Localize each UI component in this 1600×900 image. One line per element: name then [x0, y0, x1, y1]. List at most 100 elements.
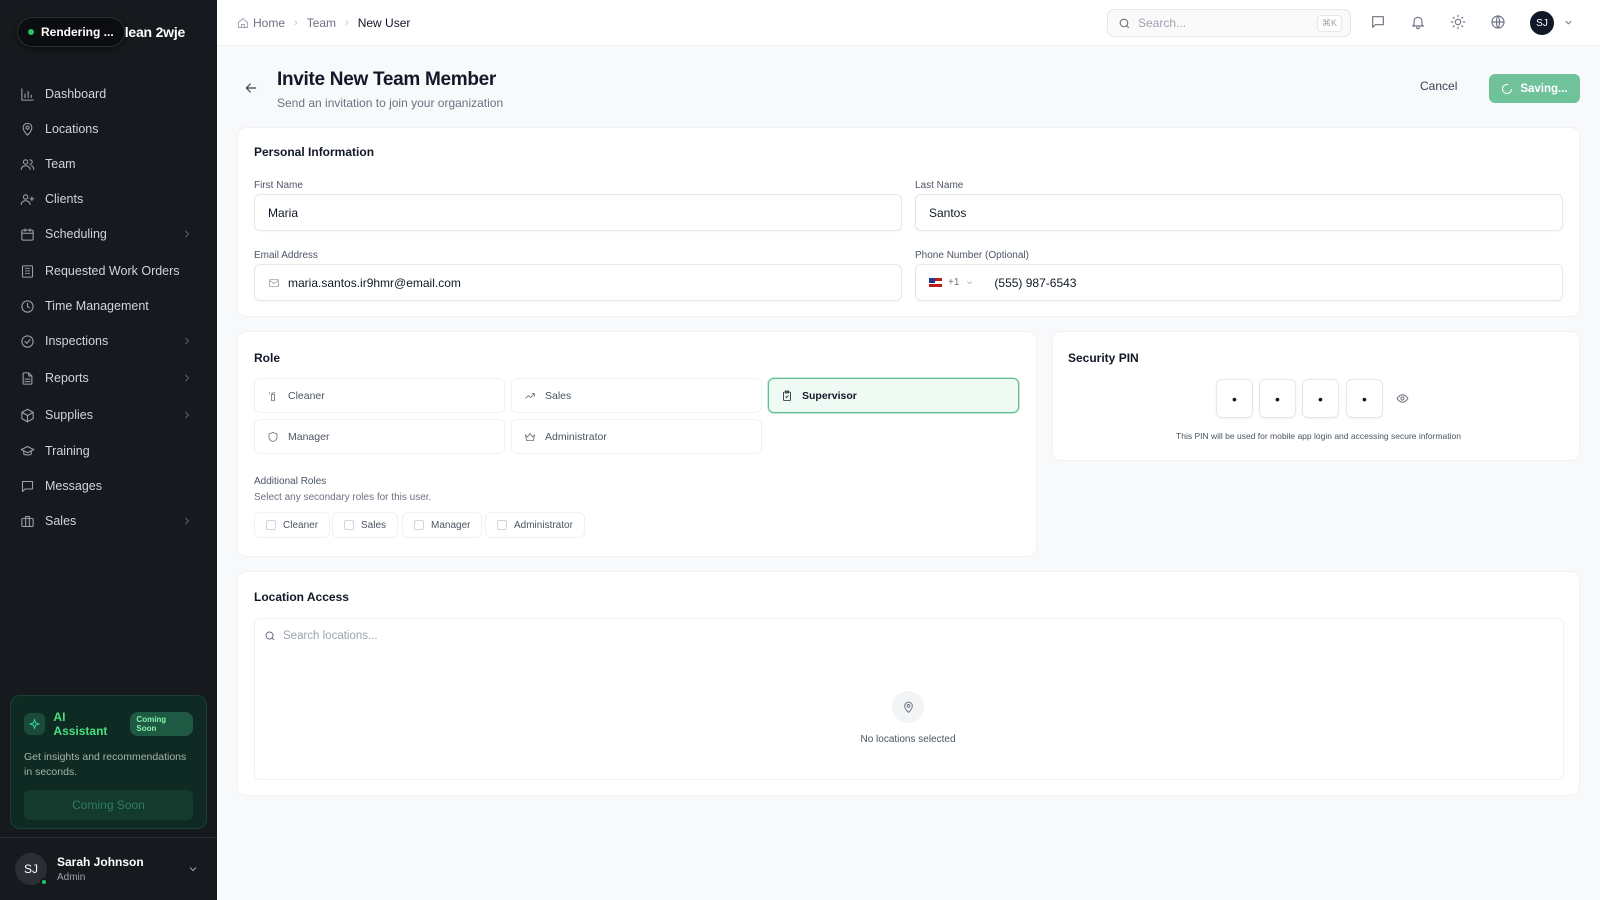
country-code-value: +1 [948, 277, 960, 288]
sidebar-item-label: Sales [45, 514, 77, 528]
briefcase-icon [21, 515, 34, 527]
additional-role-label: Sales [361, 519, 387, 531]
globe-icon[interactable] [1490, 14, 1506, 30]
role-title: Role [254, 351, 281, 365]
sidebar-item-requested-work-orders[interactable]: Requested Work Orders [10, 255, 207, 287]
role-option-label: Supervisor [802, 389, 857, 402]
sidebar-item-supplies[interactable]: Supplies [10, 399, 207, 431]
ai-assistant-card: AI Assistant Coming Soon Get insights an… [10, 695, 207, 829]
checkbox[interactable] [414, 520, 424, 530]
ai-assistant-title: AI Assistant [53, 710, 108, 738]
sidebar-item-label: Team [45, 157, 76, 171]
global-search-input[interactable]: Search... ⌘K [1107, 9, 1351, 37]
sidebar-item-label: Clients [45, 192, 84, 206]
role-option-sales[interactable]: Sales [511, 378, 762, 413]
us-flag-icon [929, 278, 942, 287]
sidebar-item-inspections[interactable]: Inspections [10, 325, 207, 357]
role-option-manager[interactable]: Manager [254, 419, 505, 454]
search-placeholder: Search... [1138, 16, 1187, 30]
map-pin-icon [22, 122, 33, 136]
phone-value: (555) 987-6543 [994, 275, 1077, 290]
role-option-label: Administrator [545, 430, 607, 443]
last-name-field[interactable]: Santos [915, 194, 1563, 231]
search-icon [265, 631, 275, 641]
message-icon[interactable] [1370, 14, 1386, 30]
empty-state-icon [892, 691, 924, 723]
sidebar-item-label: Inspections [45, 334, 109, 348]
clock-icon [21, 299, 34, 313]
sidebar-item-messages[interactable]: Messages [10, 470, 207, 502]
brand-name: lean 2wje [124, 24, 186, 40]
avatar: SJ [15, 853, 48, 886]
sidebar-item-team[interactable]: Team [10, 148, 207, 180]
sun-icon[interactable] [1450, 14, 1466, 30]
pin-digit-4[interactable]: • [1346, 379, 1383, 418]
user-plus-icon [20, 193, 35, 205]
breadcrumb-team[interactable]: Team [307, 16, 336, 30]
search-shortcut: ⌘K [1316, 15, 1342, 32]
eye-icon[interactable] [1396, 392, 1409, 405]
pin-digit-2[interactable]: • [1259, 379, 1296, 418]
role-option-cleaner[interactable]: Cleaner [254, 378, 505, 413]
additional-roles-subtitle: Select any secondary roles for this user… [254, 492, 432, 503]
user-profile-menu[interactable]: SJ Sarah Johnson Admin [0, 837, 217, 900]
spinner-icon [1502, 83, 1513, 94]
security-pin-title: Security PIN [1068, 351, 1139, 365]
topbar-avatar[interactable]: SJ [1530, 11, 1554, 35]
pin-digit-3[interactable]: • [1302, 379, 1339, 418]
ai-coming-soon-button[interactable]: Coming Soon [24, 790, 193, 820]
checkbox[interactable] [344, 520, 354, 530]
breadcrumb: Home › Team › New User [237, 16, 410, 30]
role-option-label: Cleaner [288, 389, 325, 402]
sidebar-item-label: Reports [45, 371, 89, 385]
checkbox[interactable] [266, 520, 276, 530]
phone-field[interactable]: +1 (555) 987-6543 [915, 264, 1563, 301]
sidebar-item-label: Dashboard [45, 87, 107, 101]
save-button[interactable]: Saving... [1489, 74, 1580, 103]
bar-chart-icon [21, 87, 34, 101]
email-field[interactable]: maria.santos.ir9hmr@email.com [254, 264, 902, 301]
sidebar-item-scheduling[interactable]: Scheduling [10, 218, 207, 250]
checkbox[interactable] [497, 520, 507, 530]
sidebar-item-sales[interactable]: Sales [10, 505, 207, 537]
additional-role-administrator[interactable]: Administrator [485, 512, 585, 538]
pin-digit-1[interactable]: • [1216, 379, 1253, 418]
sidebar-item-time-management[interactable]: Time Management [10, 290, 207, 322]
ai-assistant-description: Get insights and recommendations in seco… [24, 751, 187, 778]
sidebar-item-clients[interactable]: Clients [10, 183, 207, 215]
additional-role-label: Cleaner [283, 519, 319, 531]
location-search-placeholder: Search locations... [283, 630, 378, 642]
additional-role-manager[interactable]: Manager [402, 512, 483, 538]
first-name-field[interactable]: Maria [254, 194, 902, 231]
sidebar-item-label: Supplies [45, 408, 93, 422]
sidebar-item-locations[interactable]: Locations [10, 113, 207, 145]
bell-icon[interactable] [1410, 14, 1426, 30]
chevron-right-icon [185, 411, 189, 419]
chevron-right-icon [185, 517, 189, 525]
breadcrumb-separator: › [294, 17, 298, 29]
chevron-down-icon[interactable] [1563, 17, 1574, 28]
location-search-input[interactable]: Search locations... [264, 630, 378, 642]
personal-information-title: Personal Information [254, 145, 375, 159]
sidebar-item-label: Scheduling [45, 227, 107, 241]
sidebar-item-training[interactable]: Training [10, 435, 207, 467]
role-option-label: Manager [288, 430, 330, 443]
sidebar-item-reports[interactable]: Reports [10, 362, 207, 394]
role-option-administrator[interactable]: Administrator [511, 419, 762, 454]
additional-role-cleaner[interactable]: Cleaner [254, 512, 331, 538]
sparkles-icon [24, 713, 46, 735]
role-option-supervisor[interactable]: Supervisor [768, 378, 1019, 413]
search-icon [1119, 18, 1130, 28]
breadcrumb-home[interactable]: Home [253, 16, 285, 30]
clipboard-check-icon [783, 390, 791, 401]
country-code-select[interactable]: +1 [929, 277, 974, 288]
role-option-label: Sales [545, 389, 572, 402]
crown-icon [524, 432, 536, 441]
back-arrow-icon[interactable] [243, 80, 259, 96]
chevron-down-icon [967, 281, 973, 285]
chevron-right-icon [185, 337, 189, 345]
sidebar-item-label: Time Management [45, 299, 149, 313]
sidebar-item-dashboard[interactable]: Dashboard [10, 78, 207, 110]
additional-role-sales[interactable]: Sales [332, 512, 399, 538]
cancel-button[interactable]: Cancel [1420, 79, 1457, 93]
